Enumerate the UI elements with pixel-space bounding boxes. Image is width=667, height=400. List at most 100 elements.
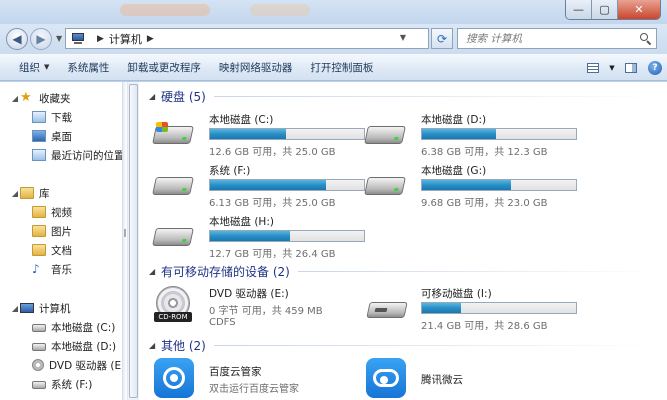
sidebar-item-recent[interactable]: 最近访问的位置 [32, 146, 122, 164]
sidebar-item-label: DVD 驱动器 (E:) [49, 359, 122, 372]
navigation-pane: ◢ ★ 收藏夹 下载 桌面 最近访问的位置 ◢ 库 视频 图片 文档 ♪ 音乐 … [0, 82, 122, 400]
group-header-removable[interactable]: ◢ 有可移动存储的设备 (2) [149, 263, 659, 279]
hard-drive-icon [152, 122, 194, 146]
system-properties-button[interactable]: 系统属性 [58, 56, 118, 78]
preview-pane-icon [625, 62, 637, 73]
sidebar-item-desktop[interactable]: 桌面 [32, 127, 72, 145]
drive-usage-bar [209, 128, 365, 140]
system-properties-label: 系统属性 [67, 61, 110, 74]
close-button[interactable]: ✕ [618, 0, 660, 19]
video-library-icon [32, 206, 46, 218]
group-title: 其他 (2) [161, 338, 206, 353]
sidebar-favorites[interactable]: ◢ ★ 收藏夹 [10, 89, 71, 107]
document-library-icon [32, 244, 46, 256]
search-placeholder: 搜索 计算机 [466, 33, 522, 45]
recent-places-icon [32, 149, 46, 161]
library-icon [20, 187, 34, 199]
breadcrumb-separator-icon[interactable]: ▶ [97, 34, 104, 44]
sidebar-item-label: 最近访问的位置 [51, 149, 122, 162]
chevron-down-icon: ▼ [44, 63, 50, 71]
dvd-icon [32, 359, 44, 371]
breadcrumb-chevron-icon[interactable]: ▶ [147, 34, 154, 44]
map-network-drive-button[interactable]: 映射网络驱动器 [210, 56, 302, 78]
drive-usage-bar [421, 179, 577, 191]
maximize-button[interactable]: ▢ [592, 0, 618, 19]
view-list-icon [587, 62, 599, 73]
group-header-other[interactable]: ◢ 其他 (2) [149, 337, 659, 353]
drive-usage-bar [421, 302, 577, 314]
uninstall-program-button[interactable]: 卸载或更改程序 [118, 56, 210, 78]
scrollbar-thumb[interactable] [129, 84, 138, 398]
drive-usage-fill [210, 180, 327, 190]
history-dropdown[interactable]: ▼ [56, 34, 62, 43]
sidebar-item-documents[interactable]: 文档 [32, 241, 72, 259]
weiyun-cloud-icon [366, 358, 406, 398]
forward-button[interactable]: ▶ [30, 28, 52, 50]
group-title: 硬盘 (5) [161, 89, 206, 104]
sidebar-favorites-label: 收藏夹 [39, 92, 71, 105]
sidebar-item-downloads[interactable]: 下载 [32, 108, 72, 126]
help-button[interactable]: ? [643, 57, 667, 79]
collapse-triangle-icon[interactable]: ◢ [149, 341, 161, 350]
dvd-drive-tile[interactable]: CD-ROM DVD 驱动器 (E:) 0 字节 可用，共 459 MB CDF… [149, 284, 359, 332]
drive-tile-d[interactable]: 本地磁盘 (D:) 6.38 GB 可用，共 12.3 GB [361, 110, 577, 158]
drive-tile-f[interactable]: 系统 (F:) 6.13 GB 可用，共 25.0 GB [149, 161, 365, 209]
change-view-button[interactable] [581, 57, 605, 79]
open-control-panel-button[interactable]: 打开控制面板 [301, 56, 382, 78]
blurred-title-area [120, 4, 210, 16]
drive-icon [32, 324, 46, 332]
sidebar-item-music[interactable]: ♪ 音乐 [32, 260, 72, 278]
removable-disk-tile[interactable]: 可移动磁盘 (I:) 21.4 GB 可用，共 28.6 GB [361, 284, 577, 332]
app-tile-weiyun[interactable]: 腾讯微云 [361, 358, 571, 400]
computer-icon [20, 303, 34, 313]
expand-arrow-icon[interactable]: ◢ [10, 94, 20, 103]
collapse-triangle-icon[interactable]: ◢ [149, 92, 161, 101]
view-dropdown-button[interactable]: ▼ [605, 57, 619, 79]
refresh-button[interactable]: ⟳ [431, 28, 453, 49]
picture-library-icon [32, 225, 46, 237]
drive-name: 可移动磁盘 (I:) [421, 288, 492, 300]
sidebar-item-videos[interactable]: 视频 [32, 203, 72, 221]
minimize-button[interactable]: — [566, 0, 592, 19]
sidebar-item-drive-d[interactable]: 本地磁盘 (D:) [32, 337, 116, 355]
back-button[interactable]: ◀ [6, 28, 28, 50]
drive-name: DVD 驱动器 (E:) [209, 288, 289, 300]
sidebar-item-drive-f[interactable]: 系统 (F:) [32, 375, 92, 393]
sidebar-libraries[interactable]: ◢ 库 [10, 184, 50, 202]
address-bar[interactable]: ▶ 计算机 ▶ ▼ [65, 28, 429, 49]
drive-space-info: 21.4 GB 可用，共 28.6 GB [421, 321, 548, 332]
windows-logo-icon [156, 122, 168, 132]
expand-arrow-icon[interactable]: ◢ [10, 189, 20, 198]
address-dropdown-icon[interactable]: ▼ [400, 33, 406, 42]
preview-pane-button[interactable] [619, 57, 643, 79]
sidebar-item-drive-e[interactable]: DVD 驱动器 (E:) [32, 356, 122, 374]
sidebar-item-drive-c[interactable]: 本地磁盘 (C:) [32, 318, 115, 336]
collapse-triangle-icon[interactable]: ◢ [149, 267, 161, 276]
navigation-scrollbar[interactable] [127, 82, 139, 400]
sidebar-item-label: 图片 [51, 225, 72, 238]
search-icon[interactable] [640, 33, 652, 46]
drive-name: 本地磁盘 (H:) [209, 216, 274, 228]
expand-arrow-icon[interactable]: ◢ [10, 304, 20, 313]
organize-menu[interactable]: 组织 ▼ [10, 56, 58, 78]
drive-filesystem: CDFS [209, 317, 236, 328]
sidebar-libraries-label: 库 [39, 187, 50, 200]
drive-tile-h[interactable]: 本地磁盘 (H:) 12.7 GB 可用，共 26.4 GB [149, 212, 365, 260]
breadcrumb-computer[interactable]: 计算机 [109, 31, 142, 47]
drive-tile-c[interactable]: 本地磁盘 (C:) 12.6 GB 可用，共 25.0 GB [149, 110, 365, 158]
app-description: 双击运行百度云管家 [209, 384, 299, 395]
arrow-left-icon: ◀ [12, 32, 22, 46]
drive-tile-g[interactable]: 本地磁盘 (G:) 9.68 GB 可用，共 23.0 GB [361, 161, 577, 209]
app-tile-baidu-cloud[interactable]: 百度云管家 双击运行百度云管家 [149, 358, 359, 400]
search-input[interactable]: 搜索 计算机 [457, 28, 657, 49]
drive-space-info: 0 字节 可用，共 459 MB [209, 306, 323, 317]
refresh-icon: ⟳ [436, 31, 448, 46]
hard-drive-icon [364, 122, 406, 146]
drive-icon [32, 343, 46, 351]
sidebar-item-pictures[interactable]: 图片 [32, 222, 72, 240]
usb-drive-icon [366, 296, 408, 320]
sidebar-computer[interactable]: ◢ 计算机 [10, 299, 71, 317]
sidebar-item-label: 桌面 [51, 130, 72, 143]
sidebar-item-label: 视频 [51, 206, 72, 219]
group-header-hard-disks[interactable]: ◢ 硬盘 (5) [149, 88, 659, 104]
